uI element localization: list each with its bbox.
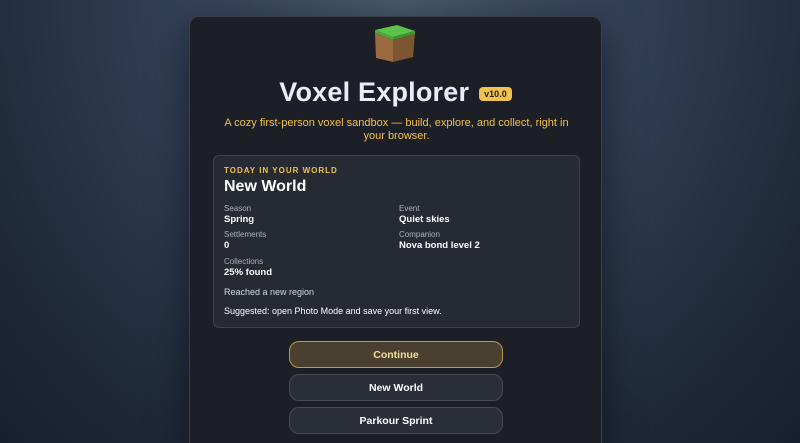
stat-label: Settlements xyxy=(224,230,267,239)
world-summary-card: TODAY IN YOUR WORLD New World Season Spr… xyxy=(213,155,580,328)
stat-value: 25% found xyxy=(224,267,273,278)
version-badge: v10.0 xyxy=(479,86,512,101)
stat-season: Season Spring xyxy=(224,204,394,226)
stat-value: 0 xyxy=(224,240,230,251)
stat-value: Quiet skies xyxy=(399,214,450,225)
progress-note: Reached a new region xyxy=(224,287,315,297)
title-row: Voxel Explorer v10.0 xyxy=(190,77,601,108)
tagline: A cozy first-person voxel sandbox — buil… xyxy=(224,117,569,142)
stat-companion: Companion Nova bond level 2 xyxy=(399,230,569,252)
stat-label: Collections xyxy=(224,257,264,266)
stat-settlements: Settlements 0 xyxy=(224,230,394,252)
continue-button[interactable]: Continue xyxy=(289,341,503,368)
card-kicker: TODAY IN YOUR WORLD xyxy=(224,166,338,175)
parkour-sprint-button[interactable]: Parkour Sprint xyxy=(289,407,503,434)
stat-value: Nova bond level 2 xyxy=(399,240,480,251)
world-name: New World xyxy=(224,178,307,195)
grass-block-icon xyxy=(373,20,417,64)
main-menu-panel: Voxel Explorer v10.0 A cozy first-person … xyxy=(189,16,602,443)
stat-label: Companion xyxy=(399,230,440,239)
stat-label: Event xyxy=(399,204,420,213)
new-world-button[interactable]: New World xyxy=(289,374,503,401)
suggestion-text: Suggested: open Photo Mode and save your… xyxy=(224,306,442,316)
stat-label: Season xyxy=(224,204,252,213)
stat-collections: Collections 25% found xyxy=(224,257,394,279)
game-title: Voxel Explorer xyxy=(279,77,470,107)
stat-event: Event Quiet skies xyxy=(399,204,569,226)
stat-value: Spring xyxy=(224,214,255,225)
